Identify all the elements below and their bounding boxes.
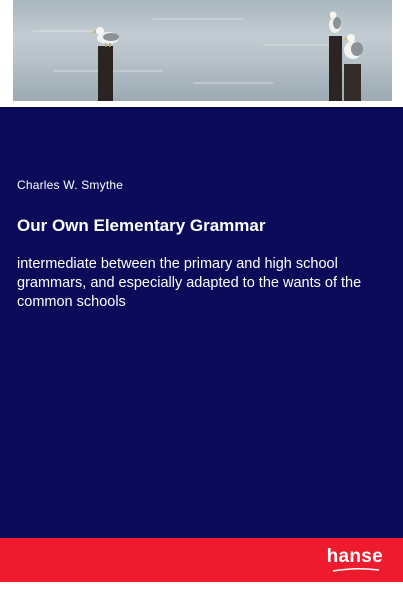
seagulls-on-posts-photo [33,11,363,101]
publisher-logo: hanse [326,546,383,567]
cover-photo [13,0,392,101]
logo-swoosh-icon [332,567,380,572]
book-cover: Charles W. Smythe Our Own Elementary Gra… [0,0,403,600]
book-title: Our Own Elementary Grammar [17,216,266,235]
book-subtitle: intermediate between the primary and hig… [17,256,362,310]
author-name: Charles W. Smythe [17,178,124,192]
cover-panel [0,107,403,538]
